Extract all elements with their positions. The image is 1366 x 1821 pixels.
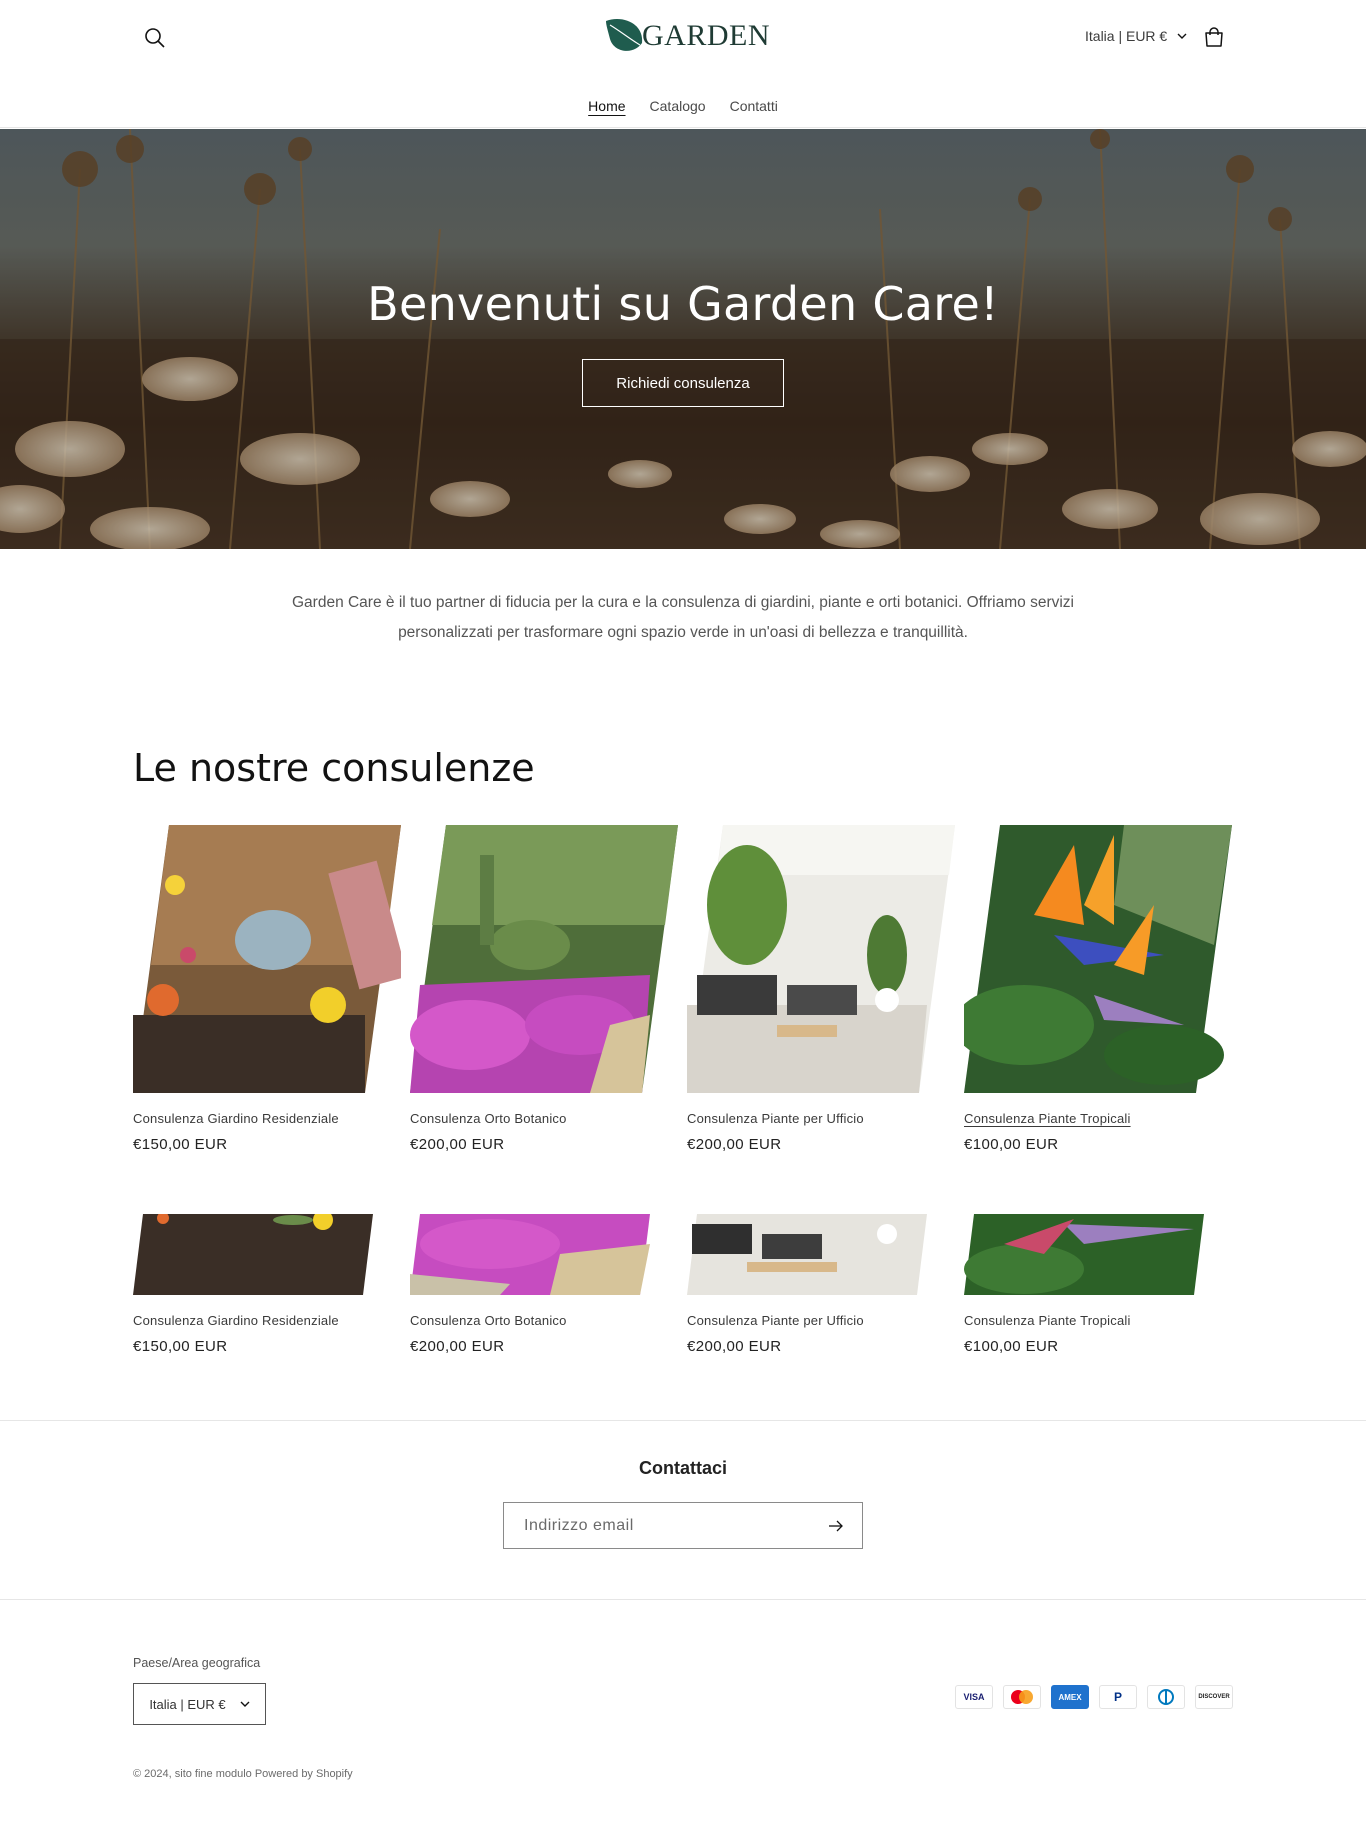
product-image[interactable] [410, 1214, 678, 1295]
product-image[interactable] [133, 1214, 401, 1295]
product-title[interactable]: Consulenza Piante Tropicali [964, 1313, 1232, 1328]
amex-icon: AMEX [1051, 1685, 1089, 1709]
product-title[interactable]: Consulenza Piante per Ufficio [687, 1313, 955, 1328]
locale-selector[interactable]: Italia | EUR € [1085, 28, 1187, 44]
contact-title: Contattaci [638, 1458, 727, 1478]
product-card[interactable]: Consulenza Orto Botanico €200,00 EUR [410, 825, 678, 1153]
site-logo[interactable]: GARDEN [604, 16, 770, 56]
product-price: €100,00 EUR [964, 1136, 1059, 1153]
diners-icon [1147, 1685, 1185, 1709]
country-selector[interactable]: Italia | EUR € [133, 1683, 266, 1725]
request-consultation-button[interactable]: Richiedi consulenza [582, 359, 784, 407]
product-title[interactable]: Consulenza Orto Botanico [410, 1313, 678, 1328]
product-price: €200,00 EUR [410, 1136, 505, 1153]
hero-banner: Benvenuti su Garden Care! Richiedi consu… [0, 129, 1366, 549]
product-image[interactable] [410, 825, 678, 1093]
product-title[interactable]: Consulenza Piante per Ufficio [687, 1111, 955, 1126]
cart-button[interactable] [1200, 24, 1228, 52]
product-image[interactable] [133, 825, 401, 1093]
product-card[interactable]: Consulenza Piante per Ufficio €200,00 EU… [687, 1214, 955, 1355]
country-label: Paese/Area geografica [133, 1656, 261, 1670]
product-image[interactable] [687, 1214, 955, 1295]
section-title: Le nostre consulenze [133, 746, 535, 790]
chevron-down-icon [1177, 33, 1187, 39]
country-value: Italia | EUR € [149, 1696, 226, 1712]
paypal-icon: P [1099, 1685, 1137, 1709]
divider [0, 1599, 1366, 1600]
product-card[interactable]: Consulenza Piante per Ufficio €200,00 EU… [687, 825, 955, 1153]
divider [0, 1420, 1366, 1421]
leaf-logo-icon [606, 19, 643, 51]
product-title[interactable]: Consulenza Giardino Residenziale [133, 1111, 401, 1126]
product-title[interactable]: Consulenza Giardino Residenziale [133, 1313, 401, 1328]
product-price: €200,00 EUR [410, 1338, 505, 1355]
main-nav: Home Catalogo Contatti [0, 96, 1366, 116]
product-card[interactable]: Consulenza Piante Tropicali €100,00 EUR [964, 825, 1232, 1153]
product-title[interactable]: Consulenza Piante Tropicali [964, 1111, 1232, 1126]
product-title[interactable]: Consulenza Orto Botanico [410, 1111, 678, 1126]
discover-icon: DISCOVER [1195, 1685, 1233, 1709]
search-icon [145, 28, 165, 48]
search-button[interactable] [141, 24, 169, 52]
product-image[interactable] [687, 825, 955, 1093]
product-price: €150,00 EUR [133, 1136, 228, 1153]
payment-icons: VISA AMEX P DISCOVER [955, 1685, 1233, 1709]
product-price: €200,00 EUR [687, 1136, 782, 1153]
nav-catalogo[interactable]: Catalogo [638, 96, 718, 116]
product-card[interactable]: Consulenza Piante Tropicali €100,00 EUR [964, 1214, 1232, 1355]
nav-home[interactable]: Home [576, 96, 637, 116]
locale-label: Italia | EUR € [1085, 28, 1168, 44]
hero-title: Benvenuti su Garden Care! [367, 277, 999, 331]
product-price: €200,00 EUR [687, 1338, 782, 1355]
email-input[interactable] [524, 1516, 804, 1535]
visa-icon: VISA [955, 1685, 993, 1709]
product-price: €150,00 EUR [133, 1338, 228, 1355]
site-header: GARDEN Italia | EUR € Home Catalogo Cont… [0, 0, 1366, 128]
product-price: €100,00 EUR [964, 1338, 1059, 1355]
product-card[interactable]: Consulenza Giardino Residenziale €150,00… [133, 1214, 401, 1355]
product-card[interactable]: Consulenza Giardino Residenziale €150,00… [133, 825, 401, 1153]
nav-contatti[interactable]: Contatti [718, 96, 790, 116]
chevron-down-icon [240, 1701, 250, 1707]
mastercard-icon [1003, 1685, 1041, 1709]
newsletter-submit-button[interactable] [824, 1514, 848, 1538]
logo-text: GARDEN [642, 19, 770, 52]
product-card[interactable]: Consulenza Orto Botanico €200,00 EUR [410, 1214, 678, 1355]
intro-text: Garden Care è il tuo partner di fiducia … [291, 594, 1074, 641]
product-image[interactable] [964, 1214, 1232, 1295]
newsletter-form [503, 1502, 863, 1549]
arrow-right-icon [829, 1520, 843, 1531]
shopping-bag-icon [1205, 27, 1223, 47]
product-image[interactable] [964, 825, 1232, 1093]
copyright: © 2024, sito fine modulo Powered by Shop… [133, 1768, 353, 1780]
